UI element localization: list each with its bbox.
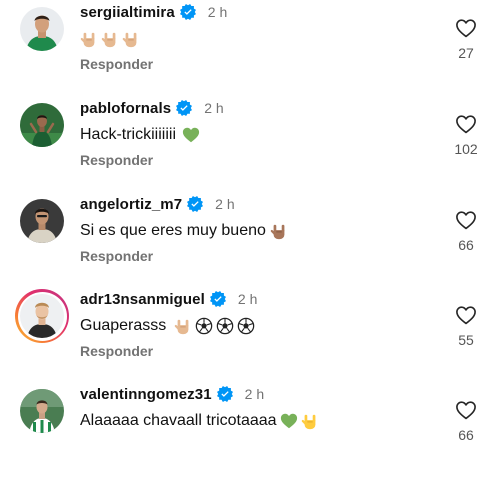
comment-text <box>80 28 140 50</box>
like-column: 66 <box>446 400 486 443</box>
comment-body: Guaperasss <box>80 317 167 334</box>
verified-badge-icon <box>210 291 226 307</box>
like-count: 102 <box>454 141 478 157</box>
avatar[interactable] <box>20 389 64 433</box>
like-column: 27 <box>446 18 486 61</box>
comment-text: Alaaaaa chavaall tricotaaaa <box>80 410 319 432</box>
verified-badge-icon <box>217 386 233 402</box>
like-column: 66 <box>446 210 486 253</box>
reply-button[interactable]: Responder <box>80 248 153 264</box>
rock-hand-icon <box>174 317 192 335</box>
comment-header: adr13nsanmiguel 2 h <box>80 289 257 309</box>
comment-header: sergiialtimira 2 h <box>80 2 227 22</box>
like-column: 102 <box>446 114 486 157</box>
like-count: 66 <box>458 427 474 443</box>
green-heart-icon <box>280 412 298 430</box>
comment-item: pablofornals 2 h Hack-trickiiiiiii Respo… <box>0 96 500 191</box>
heart-icon[interactable] <box>455 400 477 420</box>
comment-item: valentinngomez31 2 h Alaaaaa chavaall tr… <box>0 382 500 477</box>
comment-body: Hack-trickiiiiiii <box>80 126 176 143</box>
comment-item: sergiialtimira 2 h Responder 27 <box>0 0 500 95</box>
rock-hand-icon <box>122 30 140 48</box>
verified-badge-icon <box>180 4 196 20</box>
like-column: 55 <box>446 305 486 348</box>
heart-icon[interactable] <box>455 210 477 230</box>
rock-hand-icon <box>101 30 119 48</box>
soccer-ball-icon <box>195 317 213 335</box>
username[interactable]: pablofornals <box>80 100 171 117</box>
like-count: 55 <box>458 332 474 348</box>
verified-badge-icon <box>187 196 203 212</box>
reply-button[interactable]: Responder <box>80 56 153 72</box>
username[interactable]: adr13nsanmiguel <box>80 291 205 308</box>
heart-icon[interactable] <box>455 114 477 134</box>
soccer-ball-icon <box>216 317 234 335</box>
reply-button[interactable]: Responder <box>80 152 153 168</box>
heart-icon[interactable] <box>455 305 477 325</box>
avatar <box>17 291 67 341</box>
avatar[interactable] <box>20 7 64 51</box>
timestamp: 2 h <box>237 291 258 307</box>
like-count: 66 <box>458 237 474 253</box>
timestamp: 2 h <box>215 196 235 212</box>
avatar[interactable] <box>20 103 64 147</box>
comment-item: adr13nsanmiguel 2 h Guaperasss Responder… <box>0 287 500 382</box>
avatar-story-ring[interactable] <box>15 289 69 343</box>
comment-text: Hack-trickiiiiiii <box>80 124 200 146</box>
comment-header: angelortiz_m7 2 h <box>80 194 235 214</box>
comment-text: Guaperasss <box>80 315 255 337</box>
comment-header: pablofornals 2 h <box>80 98 224 118</box>
comment-header: valentinngomez31 2 h <box>80 384 264 404</box>
green-heart-icon <box>182 126 200 144</box>
username[interactable]: valentinngomez31 <box>80 386 212 403</box>
rock-hand-dark-icon <box>270 222 288 240</box>
comment-text: Si es que eres muy bueno <box>80 220 288 242</box>
verified-badge-icon <box>176 100 192 116</box>
username[interactable]: sergiialtimira <box>80 4 175 21</box>
soccer-ball-icon <box>237 317 255 335</box>
username[interactable]: angelortiz_m7 <box>80 196 182 213</box>
rock-hand-yellow-icon <box>301 412 319 430</box>
avatar[interactable] <box>20 199 64 243</box>
like-count: 27 <box>458 45 474 61</box>
heart-icon[interactable] <box>455 18 477 38</box>
comment-body: Alaaaaa chavaall tricotaaaa <box>80 412 277 429</box>
timestamp: 2 h <box>204 100 224 116</box>
comment-body: Si es que eres muy bueno <box>80 222 266 239</box>
reply-button[interactable]: Responder <box>80 343 153 359</box>
timestamp: 2 h <box>207 4 228 20</box>
timestamp: 2 h <box>244 386 265 402</box>
rock-hand-icon <box>80 30 98 48</box>
comment-item: angelortiz_m7 2 h Si es que eres muy bue… <box>0 192 500 287</box>
